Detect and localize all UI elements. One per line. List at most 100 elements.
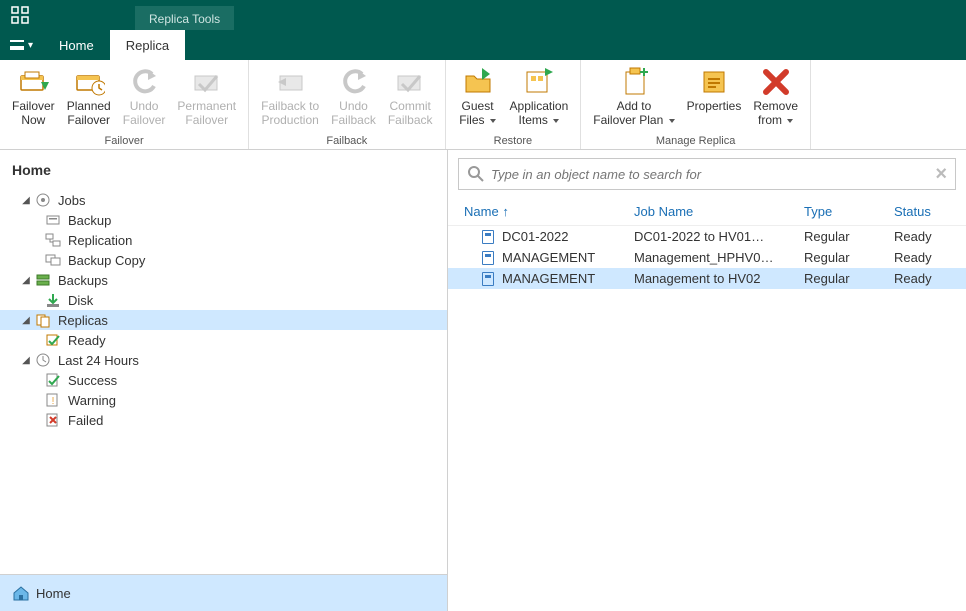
cell-name: MANAGEMENT [502,250,595,265]
tree-node-failed-label: Failed [68,413,103,428]
chevron-down-icon [669,119,675,123]
replica-row[interactable]: DC01-2022 DC01-2022 to HV01… Regular Rea… [448,226,966,247]
hamburger-icon [10,40,24,50]
main-panel: × Name ↑ Job Name Type Status DC01-2022 … [448,150,966,611]
title-bar-left [0,0,40,30]
column-header-job-name[interactable]: Job Name [628,204,798,219]
tree-node-replication[interactable]: Replication [0,230,447,250]
failback-to-production-button: Failback to Production [255,62,325,135]
replica-row[interactable]: MANAGEMENT Management to HV02 Regular Re… [448,268,966,289]
application-items-label: Application Items [510,100,569,128]
failover-now-button[interactable]: Failover Now [6,62,61,135]
grid-body: DC01-2022 DC01-2022 to HV01… Regular Rea… [448,226,966,289]
search-icon [467,165,485,183]
tree-node-ready[interactable]: Ready [0,330,447,350]
menu-bar: ▾ Home Replica [0,30,966,60]
app-icon [10,5,30,25]
title-bar: Replica Tools [0,0,966,30]
clear-search-button[interactable]: × [935,163,947,186]
replication-icon [44,232,62,248]
add-to-failover-plan-label: Add to Failover Plan [593,100,674,128]
home-icon [12,585,30,601]
app-menu-button[interactable]: ▾ [0,30,43,60]
collapse-icon[interactable]: ◢ [20,355,32,366]
tree-node-success[interactable]: Success [0,370,447,390]
tree-node-last-24-hours[interactable]: ◢ Last 24 Hours [0,350,447,370]
undo-failback-button: Undo Failback [325,62,382,135]
tree-node-success-label: Success [68,373,117,388]
tree-node-disk-label: Disk [68,293,93,308]
tree-node-backup[interactable]: Backup [0,210,447,230]
search-input[interactable] [491,167,935,182]
tree-node-ready-label: Ready [68,333,106,348]
application-items-icon [523,66,555,98]
collapse-icon[interactable]: ◢ [20,315,32,326]
jobs-icon [34,192,52,208]
cell-status: Ready [888,250,956,265]
ribbon: Failover Now Planned Failover Undo Failo… [0,60,966,150]
ribbon-group-restore-label: Restore [452,135,575,149]
chevron-down-icon [787,119,793,123]
cell-job: DC01-2022 to HV01… [628,229,798,244]
tree-node-jobs-label: Jobs [58,193,85,208]
sidebar-home-button[interactable]: Home [0,574,447,611]
vm-icon [482,251,494,265]
application-items-button[interactable]: Application Items [504,62,575,135]
vm-icon [482,230,494,244]
cell-name: MANAGEMENT [502,271,595,286]
tree-node-replication-label: Replication [68,233,132,248]
guest-files-button[interactable]: Guest Files [452,62,504,135]
tab-replica[interactable]: Replica [110,30,185,60]
planned-failover-button[interactable]: Planned Failover [61,62,117,135]
column-header-type[interactable]: Type [798,204,888,219]
tree-node-last24-label: Last 24 Hours [58,353,139,368]
tree-node-backups[interactable]: ◢ Backups [0,270,447,290]
tree-node-replicas-label: Replicas [58,313,108,328]
sidebar-heading: Home [0,150,447,186]
search-bar: × [458,158,956,190]
remove-from-button[interactable]: Remove from [747,62,804,135]
failed-icon [44,412,62,428]
tree-node-backup-copy[interactable]: Backup Copy [0,250,447,270]
ribbon-group-failover-label: Failover [6,135,242,149]
commit-failback-button: Commit Failback [382,62,439,135]
column-header-name[interactable]: Name ↑ [458,204,628,219]
column-header-status[interactable]: Status [888,204,956,219]
add-to-failover-plan-icon [618,66,650,98]
sidebar-home-label: Home [36,586,71,601]
properties-icon [698,66,730,98]
permanent-failover-label: Permanent Failover [177,100,236,128]
properties-button[interactable]: Properties [681,62,748,135]
permanent-failover-button: Permanent Failover [171,62,242,135]
tree-node-jobs[interactable]: ◢ Jobs [0,190,447,210]
sort-ascending-icon: ↑ [502,204,509,219]
tree-node-warning-label: Warning [68,393,116,408]
tree-node-warning[interactable]: ! Warning [0,390,447,410]
add-to-failover-plan-button[interactable]: Add to Failover Plan [587,62,680,135]
cell-type: Regular [798,250,888,265]
replicas-icon [34,312,52,328]
undo-failback-label: Undo Failback [331,100,376,128]
cell-type: Regular [798,229,888,244]
tree-node-replicas[interactable]: ◢ Replicas [0,310,447,330]
collapse-icon[interactable]: ◢ [20,195,32,206]
backup-icon [44,212,62,228]
tab-home[interactable]: Home [43,30,110,60]
navigation-tree: ◢ Jobs Backup Replication Backup Copy ◢ … [0,186,447,574]
svg-text:!: ! [52,396,55,407]
vm-icon [482,272,494,286]
collapse-icon[interactable]: ◢ [20,275,32,286]
ribbon-group-manage-replica: Add to Failover Plan Properties Remove f… [581,60,811,149]
tree-node-disk[interactable]: Disk [0,290,447,310]
tree-node-failed[interactable]: Failed [0,410,447,430]
cell-name: DC01-2022 [502,229,569,244]
undo-failover-icon [128,66,160,98]
failover-now-icon [17,66,49,98]
backups-icon [34,272,52,288]
guest-files-label: Guest Files [459,100,496,128]
context-tab-replica-tools[interactable]: Replica Tools [135,6,234,30]
replica-row[interactable]: MANAGEMENT Management_HPHV0… Regular Rea… [448,247,966,268]
planned-failover-icon [73,66,105,98]
cell-status: Ready [888,271,956,286]
undo-failover-button: Undo Failover [117,62,172,135]
